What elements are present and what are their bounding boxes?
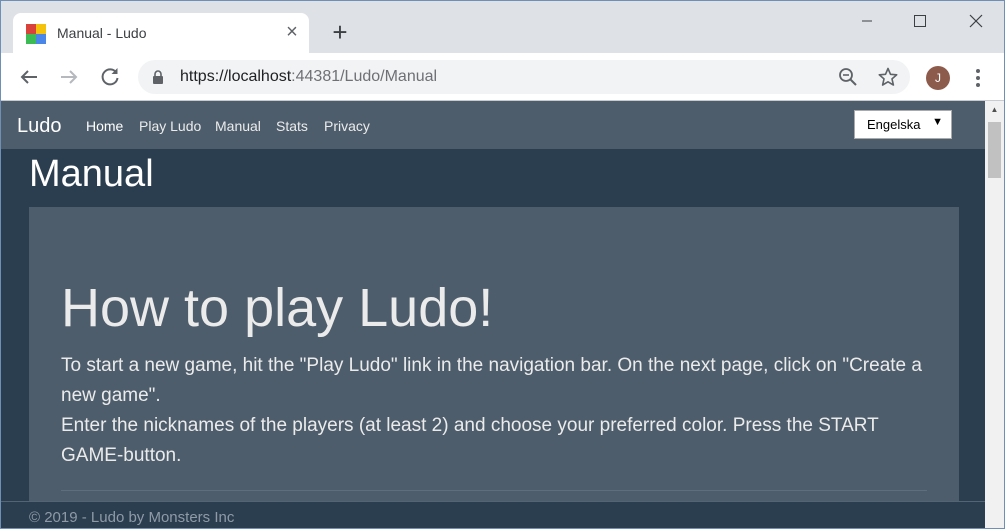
caret-down-icon: ▼ (932, 116, 943, 128)
more-vert-icon[interactable] (969, 65, 987, 91)
address-bar[interactable]: https://localhost:44381/Ludo/Manual (138, 60, 910, 94)
footer-text: © 2019 - Ludo by Monsters Inc (29, 509, 235, 526)
minimize-icon[interactable] (847, 9, 887, 33)
maximize-icon[interactable] (899, 9, 939, 33)
nav-play-ludo[interactable]: Play Ludo (139, 118, 201, 134)
page-viewport: Ludo Home Play Ludo Manual Stats Privacy… (1, 101, 985, 528)
jumbotron-title: How to play Ludo! (61, 278, 494, 338)
jumbotron: How to play Ludo! To start a new game, h… (29, 207, 959, 528)
browser-window: Manual - Ludo × + https://localhost:4438… (0, 0, 1005, 529)
jumbotron-text: To start a new game, hit the "Play Ludo"… (61, 351, 931, 471)
site-footer: © 2019 - Ludo by Monsters Inc (1, 501, 985, 528)
language-select[interactable]: Engelska ▼ (854, 110, 952, 139)
site-navbar: Ludo Home Play Ludo Manual Stats Privacy… (1, 101, 985, 149)
star-icon[interactable] (878, 67, 898, 87)
forward-arrow-icon[interactable] (55, 63, 83, 91)
plus-icon[interactable]: + (327, 19, 353, 45)
back-arrow-icon[interactable] (15, 63, 43, 91)
browser-toolbar: https://localhost:44381/Ludo/Manual J (1, 53, 1004, 101)
page-title: Manual (29, 153, 154, 195)
url-host: https://localhost (180, 68, 292, 85)
url-text[interactable]: https://localhost:44381/Ludo/Manual (180, 68, 437, 86)
url-path: :44381/Ludo/Manual (291, 68, 438, 85)
site-brand[interactable]: Ludo (17, 115, 62, 138)
ludo-favicon (26, 24, 46, 44)
tab-title: Manual - Ludo (57, 25, 147, 41)
tab-strip: Manual - Ludo × + (1, 1, 1004, 54)
nav-stats[interactable]: Stats (276, 118, 308, 134)
nav-privacy[interactable]: Privacy (324, 118, 370, 134)
avatar[interactable]: J (926, 66, 950, 90)
divider (61, 490, 927, 491)
instruction-paragraph-2: Enter the nicknames of the players (at l… (61, 415, 879, 466)
nav-home[interactable]: Home (86, 118, 123, 134)
window-close-icon[interactable] (956, 9, 996, 33)
reload-icon[interactable] (96, 63, 124, 91)
instruction-paragraph-1: To start a new game, hit the "Play Ludo"… (61, 355, 922, 406)
nav-manual[interactable]: Manual (215, 118, 261, 134)
lock-icon[interactable] (152, 70, 164, 89)
language-value: Engelska (867, 117, 921, 132)
browser-tab[interactable]: Manual - Ludo × (13, 13, 309, 54)
scroll-thumb[interactable] (988, 122, 1001, 178)
zoom-icon[interactable] (838, 67, 858, 87)
page-scrollbar[interactable]: ▲ (985, 101, 1004, 528)
close-icon[interactable]: × (281, 21, 303, 43)
scroll-up-icon[interactable]: ▲ (985, 101, 1004, 118)
